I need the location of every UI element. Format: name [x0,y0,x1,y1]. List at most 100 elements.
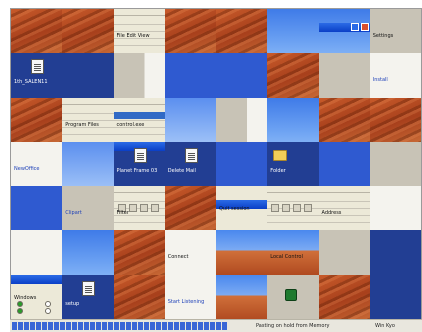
puzzle-board[interactable]: File Edit View Settings 1th_SALEN11 Install… [10,8,422,320]
puzzle-tile[interactable] [62,141,115,187]
puzzle-tile[interactable] [318,274,371,319]
puzzle-tile[interactable] [369,274,421,319]
status-right-text: Win Kyo [375,323,395,329]
puzzle-tile[interactable] [11,97,63,143]
list-row-line [318,201,371,203]
menu-bar [318,186,371,194]
list-row-line [318,222,371,224]
puzzle-tile[interactable] [164,9,217,54]
file-icon [31,59,44,75]
puzzle-tile[interactable] [318,9,371,54]
puzzle-tile[interactable]: Filter [113,186,166,231]
tile-label: Delete Mail [167,167,196,174]
puzzle-tile[interactable] [369,97,421,143]
selected-row [113,111,166,119]
app-icon [285,288,298,301]
puzzle-tile[interactable]: File Edit View [113,9,166,54]
toolbar-button-icon [128,204,137,213]
puzzle-tile[interactable] [113,274,166,319]
puzzle-tile[interactable]: Local Control [267,230,320,276]
menu-bar [113,9,166,16]
puzzle-tile[interactable] [318,53,371,99]
radio-option [17,300,23,307]
puzzle-tile[interactable]: Install [369,53,421,99]
puzzle-tile[interactable]: control.exe [113,97,166,143]
puzzle-tile[interactable]: setup [62,274,115,319]
tile-label: Connect [167,254,189,261]
puzzle-tile[interactable] [11,9,63,54]
puzzle-tile[interactable]: Windows [11,274,63,319]
puzzle-tile[interactable]: NewOffice [11,141,63,187]
puzzle-tile[interactable]: Address [318,186,371,231]
puzzle-tile[interactable] [164,186,217,231]
puzzle-tile[interactable] [267,9,320,54]
list-row-line [113,119,166,121]
tile-label: Planet Frame 03 [116,167,158,174]
puzzle-tile[interactable]: 1th_SALEN11 [11,53,63,99]
puzzle-tile[interactable]: Program Files [62,97,115,143]
tile-label: Start Listening [167,298,205,305]
puzzle-tile[interactable]: Connect [164,230,217,276]
puzzle-tile[interactable]: Settings [369,9,421,54]
puzzle-tile[interactable] [318,97,371,143]
tile-label: Program Files [65,121,99,128]
toolbar-button-icon [150,204,159,213]
file-icon [184,147,198,163]
puzzle-tile[interactable] [113,230,166,276]
menu-bar [267,186,320,194]
tile-label: Folder [270,167,286,174]
tile-label: NewOffice [14,165,40,172]
puzzle-tile[interactable]: Delete Mail [164,141,217,187]
tile-label: 1th_SALEN11 [14,79,48,86]
tile-label: File Edit View [116,33,150,39]
puzzle-tile[interactable] [216,230,268,276]
puzzle-tile[interactable] [62,9,115,54]
puzzle-tile[interactable] [318,230,371,276]
puzzle-tile[interactable] [369,186,421,231]
puzzle-tile[interactable] [11,230,63,276]
puzzle-tile[interactable] [62,53,115,99]
list-row-line [113,24,166,25]
puzzle-tile[interactable] [11,186,63,231]
radio-option [45,300,51,307]
puzzle-tile[interactable] [267,186,320,231]
puzzle-tile[interactable] [318,141,371,187]
tile-label: Filter [116,210,129,217]
puzzle-tile[interactable]: Clipart [62,186,115,231]
puzzle-tile[interactable] [164,53,217,99]
puzzle-tile[interactable] [113,53,166,99]
puzzle-tile[interactable]: Folder [267,141,320,187]
puzzle-tile[interactable] [216,274,268,319]
puzzle-tile[interactable] [267,274,320,319]
puzzle-tile[interactable] [164,97,217,143]
window-titlebar [318,23,371,32]
list-row-line [113,31,166,32]
puzzle-tile[interactable] [216,53,268,99]
puzzle-tile[interactable] [267,97,320,143]
puzzle-tile[interactable] [216,97,268,143]
puzzle-tile[interactable]: Quit session [216,186,268,231]
toolbar-button-icon [271,204,280,213]
puzzle-tile[interactable]: Start Listening [164,274,217,319]
puzzle-tile[interactable] [369,141,421,187]
list-row-line [113,201,166,203]
puzzle-tile[interactable]: Planet Frame 03 [113,141,166,187]
status-message: Pasting on hold from Memory [256,323,330,329]
tile-label: Install [372,77,388,84]
radio-option [17,307,23,314]
list-row-line [267,215,320,217]
puzzle-tile[interactable] [216,9,268,54]
menu-bar [113,186,166,194]
tile-label: Local Control [270,254,303,261]
puzzle-tile[interactable] [267,53,320,99]
file-icon [82,280,96,296]
status-bar: Pasting on hold from Memory Win Kyo [10,319,422,332]
puzzle-tile[interactable] [62,230,115,276]
tile-label: Windows [14,294,37,301]
menu-bar [62,97,115,105]
puzzle-tile[interactable] [369,230,421,276]
list-row-line [62,133,115,135]
list-row-line [267,222,320,224]
puzzle-tile[interactable] [216,141,268,187]
minimize-icon [351,23,360,31]
